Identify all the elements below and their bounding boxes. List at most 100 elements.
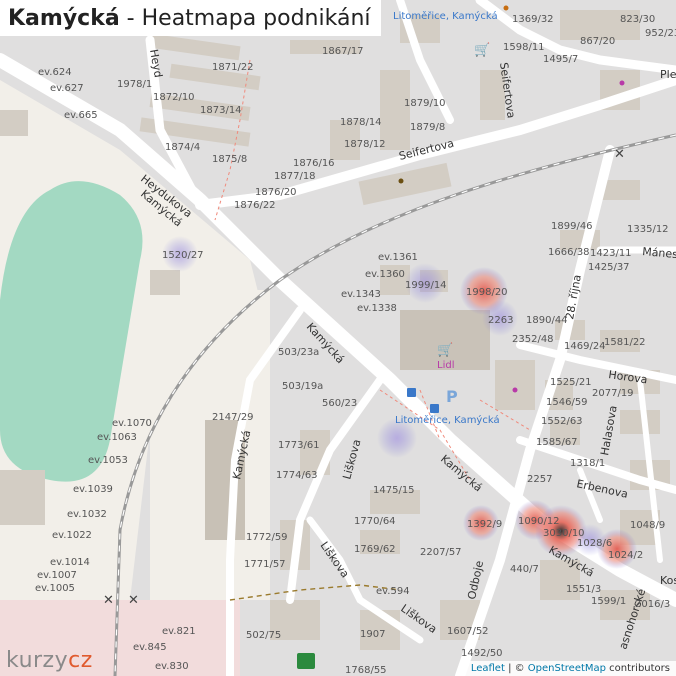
address-label: 1876/22: [234, 200, 276, 211]
address-label: 1598/11: [503, 42, 545, 53]
address-label: 1774/63: [276, 470, 318, 481]
title-separator: -: [119, 5, 142, 31]
address-label: 1876/16: [293, 158, 335, 169]
address-label: ev.1022: [52, 530, 92, 541]
address-label: 1525/21: [550, 377, 592, 388]
street-ples: Ple: [660, 68, 676, 81]
address-label: ev.624: [38, 67, 72, 78]
address-label: 2352/48: [512, 334, 554, 345]
address-label: 1879/8: [410, 122, 445, 133]
address-label: ev.1005: [35, 583, 75, 594]
bus-stop-label: Litoměřice, Kamýcká: [395, 414, 500, 426]
address-label: 1469/24: [564, 341, 606, 352]
address-label: 440/7: [510, 564, 539, 575]
address-label: ev.821: [162, 626, 196, 637]
address-label: 1878/12: [344, 139, 386, 150]
bus-stop-icon[interactable]: [430, 404, 439, 413]
barrier-x-icon: ✕: [103, 593, 114, 608]
address-label: 1599/1: [591, 596, 626, 607]
address-label: 1048/9: [630, 520, 665, 531]
address-label: 1028/6: [577, 538, 612, 549]
address-label: ev.665: [64, 110, 98, 121]
address-label: ev.830: [155, 661, 189, 672]
address-label: 1318/1: [570, 458, 605, 469]
address-label: 1769/62: [354, 544, 396, 555]
address-label: 952/23: [645, 28, 676, 39]
address-label: 1369/32: [512, 14, 554, 25]
address-label: 1890/44: [526, 315, 568, 326]
poi-dot: [619, 80, 625, 86]
address-label: 1666/38: [548, 247, 590, 258]
address-label: 2016/3: [635, 599, 670, 610]
address-label: 1872/10: [153, 92, 195, 103]
address-label: 823/30: [620, 14, 655, 25]
address-label: 1879/10: [404, 98, 446, 109]
bus-stop-icon[interactable]: [407, 388, 416, 397]
address-label: 1871/22: [212, 62, 254, 73]
poi-dot: [503, 5, 509, 11]
address-label: 1867/17: [322, 46, 364, 57]
address-label: ev.1014: [50, 557, 90, 568]
address-label: 2077/19: [592, 388, 634, 399]
attribution-suffix: contributors: [606, 663, 670, 674]
address-label: 2257: [527, 474, 552, 485]
kurzy-logo[interactable]: kurzycz: [6, 648, 93, 673]
address-label: 1392/9: [467, 519, 502, 530]
leaflet-link[interactable]: Leaflet: [471, 663, 505, 674]
attribution-separator: | ©: [504, 663, 528, 674]
address-label: 1875/8: [212, 154, 247, 165]
address-label: 1546/59: [546, 397, 588, 408]
address-label: ev.1063: [97, 432, 137, 443]
map-canvas[interactable]: 🛒 🛒 P ✕ ✕ ✕ Litoměřice, Kamýcká Litoměři…: [0, 0, 676, 676]
street-kos: Kos: [660, 574, 676, 587]
lidl-shop-icon[interactable]: 🛒: [437, 342, 453, 358]
address-label: 1998/20: [466, 287, 508, 298]
logo-text-cz: cz: [68, 648, 93, 673]
title-place: Kamýcká: [8, 5, 120, 31]
address-label: ev.1338: [357, 303, 397, 314]
shop-icon[interactable]: 🛒: [474, 42, 490, 58]
address-label: 1552/63: [541, 416, 583, 427]
osm-link[interactable]: OpenStreetMap: [528, 663, 606, 674]
address-label: 1425/37: [588, 262, 630, 273]
address-label: 2207/57: [420, 547, 462, 558]
address-label: 502/75: [246, 630, 281, 641]
address-label: 1768/55: [345, 665, 387, 676]
address-label: ev.1361: [378, 252, 418, 263]
address-label: 1877/18: [274, 171, 316, 182]
address-label: 2147/29: [212, 412, 254, 423]
address-label: 503/23a: [278, 347, 319, 358]
address-label: ev.627: [50, 83, 84, 94]
address-label: ev.594: [376, 586, 410, 597]
poi-dot: [512, 387, 518, 393]
address-label: ev.1070: [112, 418, 152, 429]
address-label: 1475/15: [373, 485, 415, 496]
address-label: 1876/20: [255, 187, 297, 198]
address-label: 1585/67: [536, 437, 578, 448]
address-label: 1770/64: [354, 516, 396, 527]
address-label: 1978/1: [117, 79, 152, 90]
address-label: ev.1343: [341, 289, 381, 300]
level-crossing-icon: ✕: [614, 147, 625, 162]
logo-text-kurzy: kurzy: [6, 648, 69, 673]
title-subtitle: Heatmapa podnikání: [141, 5, 371, 31]
address-label: 1423/11: [590, 248, 632, 259]
address-label: 1773/61: [278, 440, 320, 451]
address-label: 1492/50: [461, 648, 503, 659]
address-label: 1878/14: [340, 117, 382, 128]
address-label: 1771/57: [244, 559, 286, 570]
address-label: 1551/3: [566, 584, 601, 595]
address-label: 1024/2: [608, 550, 643, 561]
address-label: 503/19a: [282, 381, 323, 392]
address-label: ev.845: [133, 642, 167, 653]
parking-icon: P: [446, 387, 458, 406]
address-label: ev.1360: [365, 269, 405, 280]
address-label: 1772/59: [246, 532, 288, 543]
address-label: 1581/22: [604, 337, 646, 348]
address-label: 1495/7: [543, 54, 578, 65]
address-label: 1520/27: [162, 250, 204, 261]
address-label: ev.1007: [37, 570, 77, 581]
address-label: ev.1039: [73, 484, 113, 495]
address-label: 1874/4: [165, 142, 200, 153]
address-label: 867/20: [580, 36, 615, 47]
